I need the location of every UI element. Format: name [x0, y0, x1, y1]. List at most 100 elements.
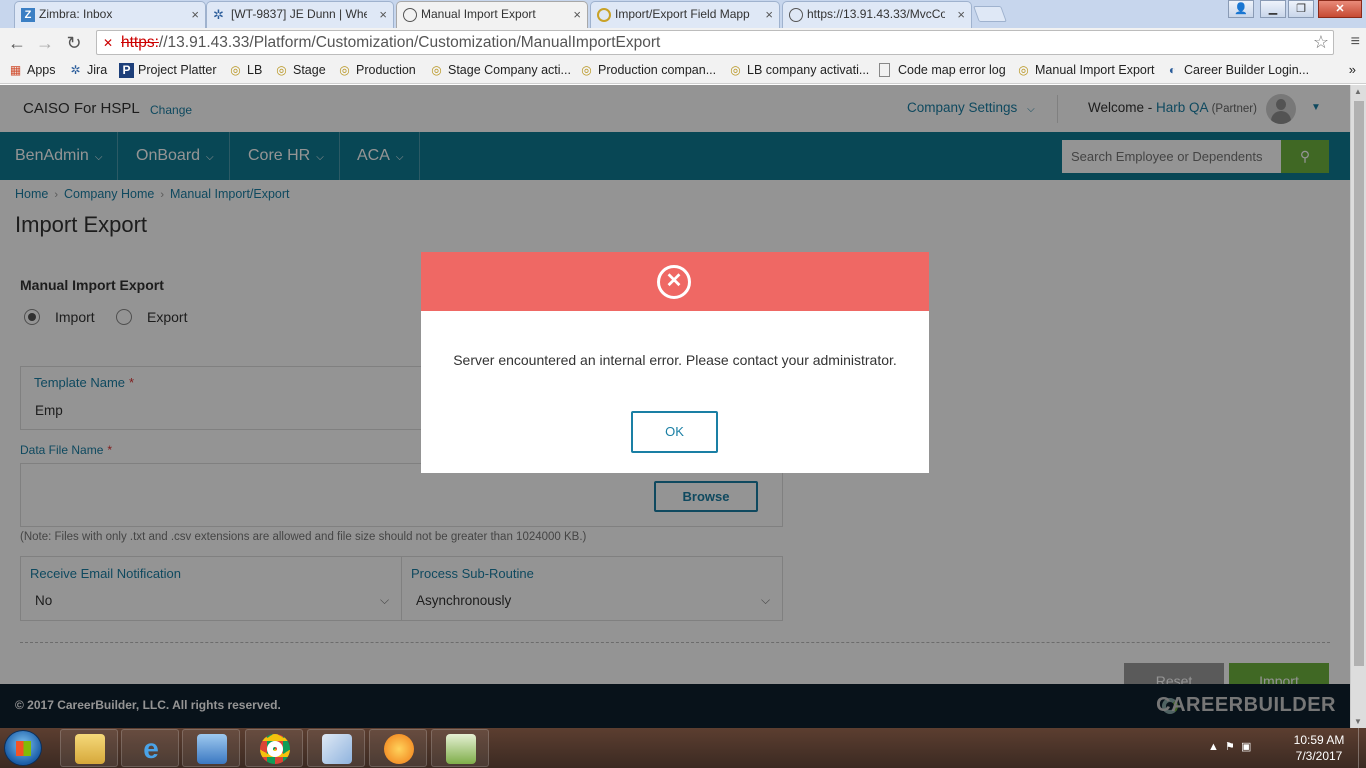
spreadsheet-icon: [446, 734, 476, 764]
minimize-button[interactable]: ▁: [1260, 0, 1286, 18]
bookmark-label: Stage: [293, 63, 326, 77]
close-icon[interactable]: ×: [957, 2, 965, 27]
modal-overlay-scrollbar: [1350, 85, 1366, 728]
taskbar-spreadsheet[interactable]: [431, 729, 489, 767]
reload-button[interactable]: ↻: [62, 31, 86, 55]
chrome-icon: [260, 734, 290, 764]
globe-icon: ◎: [339, 63, 350, 77]
browser-tab-manual-import-export[interactable]: Manual Import Export ×: [396, 1, 588, 28]
bookmark-stage-company[interactable]: ◎ Stage Company acti...: [429, 63, 571, 77]
bookmark-stage[interactable]: ◎ Stage: [274, 63, 326, 77]
bookmarks-more-button[interactable]: »: [1349, 62, 1356, 77]
taskbar-notepad[interactable]: [307, 729, 365, 767]
insecure-lock-icon[interactable]: ✕: [103, 36, 117, 50]
taskbar-internet-explorer[interactable]: e: [121, 729, 179, 767]
bookmark-label: Career Builder Login...: [1184, 63, 1310, 77]
forward-button[interactable]: →: [33, 31, 57, 55]
page-icon: ◐: [1168, 63, 1177, 77]
clock-date: 7/3/2017: [1295, 749, 1343, 763]
bookmark-label: Code map error log: [898, 63, 1006, 77]
globe-icon: [597, 8, 611, 22]
user-profile-button[interactable]: 👤: [1228, 0, 1254, 18]
start-button[interactable]: [4, 730, 42, 766]
media-player-icon: [197, 734, 227, 764]
tab-title: https://13.91.43.33/MvcCo: [807, 7, 945, 21]
maximize-button[interactable]: ❐: [1288, 0, 1314, 18]
browser-tab-strip: Z Zimbra: Inbox × ✲ [WT-9837] JE Dunn | …: [0, 0, 1366, 28]
zimbra-icon: Z: [21, 8, 35, 22]
error-dialog: ✕ Server encountered an internal error. …: [421, 252, 929, 473]
error-x-circle-icon: ✕: [657, 265, 691, 299]
page-icon: [879, 63, 890, 77]
ok-button[interactable]: OK: [631, 411, 718, 453]
bookmark-star-icon[interactable]: ☆: [1313, 32, 1329, 53]
bookmark-label: Production: [356, 63, 416, 77]
bookmark-label: Stage Company acti...: [448, 63, 571, 77]
clock-time: 10:59 AM: [1293, 733, 1345, 747]
bookmark-code-map[interactable]: Code map error log: [879, 63, 1006, 77]
page-icon: [403, 8, 417, 22]
tab-title: Zimbra: Inbox: [39, 7, 113, 21]
new-tab-button[interactable]: [973, 6, 1007, 22]
error-dialog-header: ✕: [421, 252, 929, 311]
address-bar[interactable]: ✕ https://13.91.43.33/Platform/Customiza…: [96, 30, 1334, 55]
browser-tab-field-mapping[interactable]: Import/Export Field Mapp ×: [590, 1, 780, 28]
bookmark-label: Project Platter: [138, 63, 217, 77]
globe-icon: ◎: [730, 63, 741, 77]
chrome-menu-icon[interactable]: ≡: [1351, 33, 1360, 51]
bookmark-production[interactable]: ◎ Production: [337, 63, 416, 77]
bookmark-label: Apps: [27, 63, 56, 77]
close-icon[interactable]: ×: [573, 2, 581, 27]
notepad-icon: [322, 734, 352, 764]
bookmark-label: Jira: [87, 63, 108, 77]
bookmark-label: LB: [247, 63, 263, 77]
url-text: https://13.91.43.33/Platform/Customizati…: [121, 34, 660, 52]
bookmarks-bar: ▦ Apps ✲ Jira P Project Platter ◎ LB ◎ Stage …: [0, 58, 1366, 84]
close-icon[interactable]: ×: [765, 2, 773, 27]
browser-toolbar: ← → ↻ ✕ https://13.91.43.33/Platform/Cus…: [0, 28, 1366, 58]
bookmark-label: Production compan...: [598, 63, 717, 77]
bookmark-label: LB company activati...: [747, 63, 870, 77]
bookmark-lb-company[interactable]: ◎ LB company activati...: [728, 63, 869, 77]
bookmark-career-builder[interactable]: ◐ Career Builder Login...: [1165, 63, 1309, 77]
browser-tab-jira[interactable]: ✲ [WT-9837] JE Dunn | When ×: [206, 1, 394, 28]
close-icon[interactable]: ×: [379, 2, 387, 27]
show-desktop-button[interactable]: [1358, 728, 1366, 768]
bookmark-label: Manual Import Export: [1035, 63, 1155, 77]
internet-explorer-icon: e: [143, 733, 159, 764]
bookmark-apps[interactable]: ▦ Apps: [8, 63, 56, 77]
bookmark-project-platter[interactable]: P Project Platter: [119, 63, 217, 78]
system-clock[interactable]: 10:59 AM 7/3/2017: [1284, 732, 1354, 764]
url-path: //13.91.43.33/Platform/Customization/Cus…: [158, 34, 661, 51]
globe-icon: ◎: [431, 63, 442, 77]
windows-taskbar: e ▲ ⚑ ▣ 10:59 AM 7/3/2017: [0, 728, 1366, 768]
close-icon[interactable]: ×: [191, 2, 199, 27]
windows-logo-icon: [16, 741, 31, 756]
apps-grid-icon: ▦: [9, 63, 22, 77]
browser-tab-mvc[interactable]: https://13.91.43.33/MvcCo ×: [782, 1, 972, 28]
flame-icon: [384, 734, 414, 764]
bookmark-jira[interactable]: ✲ Jira: [68, 63, 107, 77]
taskbar-media-player[interactable]: [182, 729, 240, 767]
taskbar-explorer[interactable]: [60, 729, 118, 767]
globe-icon: ◎: [1018, 63, 1029, 77]
jira-icon: ✲: [213, 7, 224, 22]
tab-title: Import/Export Field Mapp: [615, 7, 750, 21]
error-message: Server encountered an internal error. Pl…: [453, 352, 897, 368]
p-icon: P: [119, 63, 134, 78]
window-close-button[interactable]: ✕: [1318, 0, 1362, 18]
system-tray-icons[interactable]: ▲ ⚑ ▣: [1208, 740, 1251, 753]
tab-title: [WT-9837] JE Dunn | When: [231, 7, 367, 21]
bookmark-lb[interactable]: ◎ LB: [228, 63, 262, 77]
taskbar-chrome[interactable]: [245, 729, 303, 767]
jira-icon: ✲: [70, 63, 81, 77]
back-button[interactable]: ←: [5, 31, 29, 55]
url-scheme: https:: [121, 34, 159, 51]
taskbar-app-orange[interactable]: [369, 729, 427, 767]
bookmark-manual-import[interactable]: ◎ Manual Import Export: [1016, 63, 1155, 77]
page-icon: [789, 8, 803, 22]
globe-icon: ◎: [276, 63, 287, 77]
browser-tab-zimbra[interactable]: Z Zimbra: Inbox ×: [14, 1, 206, 28]
globe-icon: ◎: [230, 63, 241, 77]
bookmark-production-company[interactable]: ◎ Production compan...: [579, 63, 716, 77]
